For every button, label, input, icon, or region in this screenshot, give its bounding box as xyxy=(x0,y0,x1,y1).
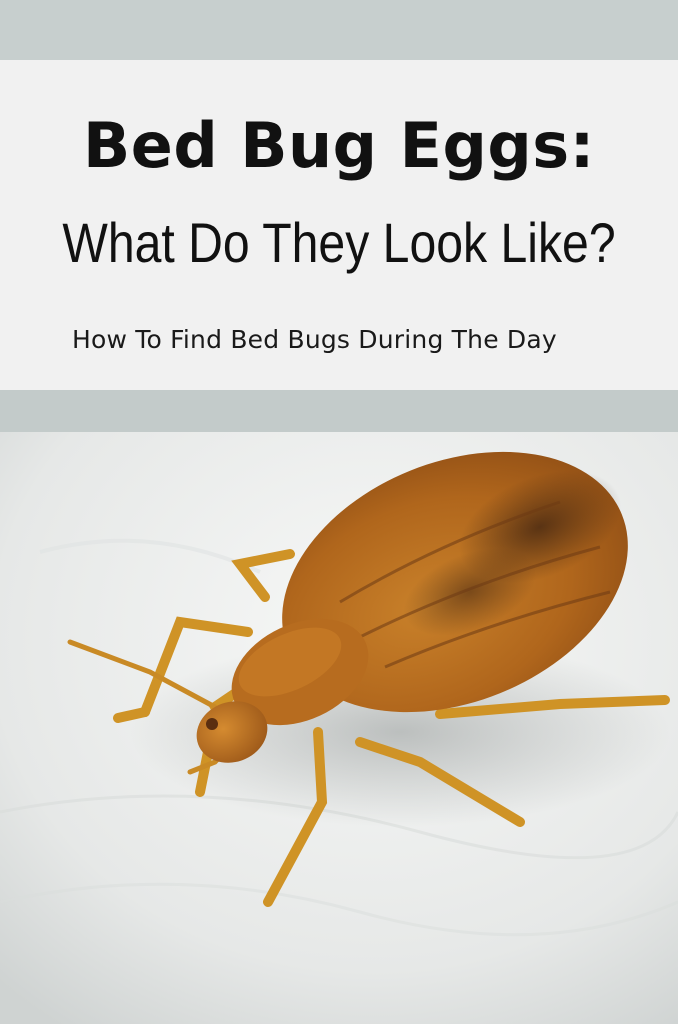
bed-bug-photo xyxy=(0,432,678,1024)
page-title: Bed Bug Eggs: xyxy=(83,109,595,182)
page-title-question: What Do They Look Like? xyxy=(62,211,616,274)
page-subtitle: How To Find Bed Bugs During The Day xyxy=(72,325,557,354)
bug-eye xyxy=(206,718,218,730)
divider-band xyxy=(0,390,678,432)
top-band xyxy=(0,0,678,60)
